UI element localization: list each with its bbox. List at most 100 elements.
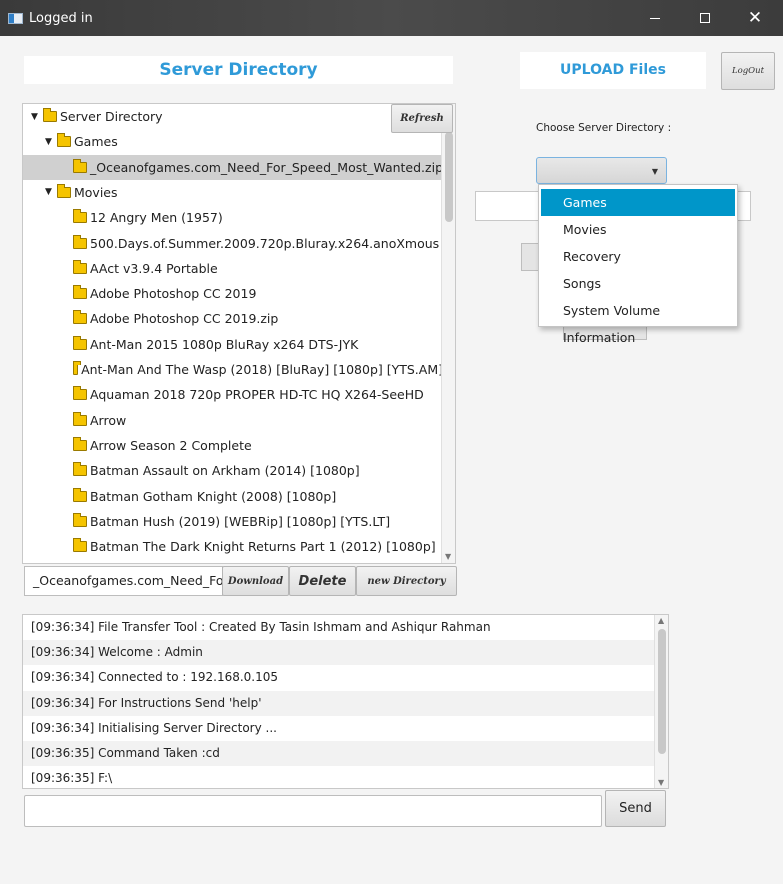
minimize-button[interactable]	[632, 0, 678, 36]
send-button[interactable]: Send	[605, 790, 666, 827]
close-button[interactable]: ✕	[732, 0, 778, 36]
tree-item[interactable]: Batman Hush (2019) [WEBRip] [1080p] [YTS…	[23, 509, 443, 534]
log-line: [09:36:34] For Instructions Send 'help'	[23, 690, 668, 716]
tree-item[interactable]: Batman Assault on Arkham (2014) [1080p]	[23, 458, 443, 483]
tree-item-label: Aquaman 2018 720p PROPER HD-TC HQ X264-S…	[90, 387, 424, 403]
log-line: [09:36:34] Connected to : 192.168.0.105	[31, 670, 279, 685]
log-line: [09:36:34] File Transfer Tool : Created …	[31, 620, 491, 634]
directory-combobox[interactable]: ▼	[536, 157, 667, 184]
folder-icon	[73, 462, 87, 477]
logout-button[interactable]: LogOut	[721, 52, 775, 90]
expand-arrow-icon[interactable]: ▼	[31, 112, 43, 122]
folder-icon	[73, 487, 87, 502]
log-line: [09:36:34] Initialising Server Directory…	[31, 720, 277, 735]
directory-dropdown-list[interactable]: Games Movies Recovery Songs System Volume In…	[538, 184, 738, 345]
tree-item[interactable]: _Oceanofgames.com_Need_For_Speed_Most_Wa…	[23, 154, 443, 180]
title-bar: Logged in ✕	[0, 0, 783, 36]
tree-item-label: Batman Assault on Arkham (2014) [1080p]	[90, 463, 360, 479]
folder-icon	[57, 133, 71, 148]
expand-arrow-icon[interactable]: ▼	[45, 137, 57, 147]
server-directory-tree[interactable]: ▼ Server Directory ▼ Games _Oceanofgames.com…	[22, 103, 456, 564]
tree-item[interactable]: Adobe Photoshop CC 2019.zip	[23, 306, 443, 331]
command-input[interactable]	[24, 795, 602, 827]
scroll-down-icon[interactable]: ▼	[658, 778, 664, 787]
tree-item[interactable]: Arrow	[23, 408, 443, 433]
tree-item[interactable]: ▼ Movies	[23, 180, 443, 205]
dropdown-option[interactable]: Songs	[541, 270, 735, 297]
log-line: [09:36:35] F:\	[31, 771, 113, 786]
tree-item[interactable]: Adobe Photoshop CC 2019	[23, 281, 443, 306]
folder-icon	[73, 512, 87, 527]
folder-icon	[73, 436, 87, 451]
folder-icon	[73, 310, 87, 325]
dropdown-option[interactable]: System Volume Information	[541, 297, 735, 345]
tree-item-label: Batman Gotham Knight (2008) [1080p]	[90, 488, 337, 504]
maximize-icon	[700, 13, 710, 23]
folder-icon	[43, 108, 57, 122]
tree-item[interactable]: Ant-Man And The Wasp (2018) [BluRay] [10…	[23, 357, 443, 382]
selected-file-field[interactable]: _Oceanofgames.com_Need_For_	[24, 566, 223, 596]
choose-directory-label: Choose Server Directory :	[536, 122, 672, 134]
log-line: [09:36:34] Welcome : Admin	[23, 640, 668, 666]
tree-item[interactable]: Batman The Dark Knight Returns Part 1 (2…	[23, 534, 443, 559]
folder-icon	[73, 335, 87, 350]
maximize-button[interactable]	[682, 0, 728, 36]
expand-arrow-icon[interactable]: ▼	[45, 187, 57, 197]
tree-item[interactable]: ▼ Server Directory	[23, 104, 443, 129]
tree-item-label: Batman The Dark Knight Returns Part 1 (2…	[90, 539, 436, 555]
tree-item[interactable]: ▼ Games	[23, 129, 443, 154]
folder-icon	[73, 158, 87, 173]
folder-icon	[73, 209, 87, 224]
refresh-button[interactable]: Refresh	[391, 104, 453, 133]
delete-button[interactable]: Delete	[289, 566, 356, 596]
log-console: [09:36:34] File Transfer Tool : Created …	[22, 614, 669, 789]
window-title: Logged in	[29, 11, 93, 26]
tree-scroll-thumb[interactable]	[445, 132, 453, 222]
log-line: [09:36:35] Command Taken :cd	[23, 740, 668, 767]
tree-item-label: _Oceanofgames.com_Need_For_Speed_Most_Wa…	[89, 159, 443, 175]
tree-item-label: Games	[74, 134, 118, 150]
folder-icon	[73, 234, 87, 249]
tree-item-label: Adobe Photoshop CC 2019	[90, 286, 257, 302]
chevron-down-icon: ▼	[651, 167, 658, 176]
log-scrollbar[interactable]: ▲ ▼	[654, 615, 668, 788]
download-button[interactable]: Download	[222, 566, 289, 596]
folder-icon	[73, 538, 87, 553]
log-scroll-thumb[interactable]	[658, 629, 666, 754]
tree-item-label: Arrow Season 2 Complete	[90, 437, 252, 453]
tree-item[interactable]: Ant-Man 2015 1080p BluRay x264 DTS-JYK	[23, 332, 443, 357]
tree-item[interactable]: 12 Angry Men (1957)	[23, 205, 443, 230]
folder-icon	[73, 361, 82, 375]
scroll-up-icon[interactable]: ▲	[658, 616, 664, 625]
new-directory-button[interactable]: new Directory	[356, 566, 457, 596]
tree-item-label: 500.Days.of.Summer.2009.720p.Bluray.x264…	[90, 235, 440, 251]
tree-item[interactable]: Aquaman 2018 720p PROPER HD-TC HQ X264-S…	[23, 382, 443, 407]
minimize-icon	[650, 17, 660, 19]
tree-scrollbar[interactable]: ▼	[441, 104, 455, 563]
folder-icon	[73, 411, 87, 426]
tree-item-label: Adobe Photoshop CC 2019.zip	[90, 311, 279, 327]
tree-item-label: Ant-Man 2015 1080p BluRay x264 DTS-JYK	[90, 336, 359, 352]
upload-files-title: UPLOAD Files	[520, 52, 706, 89]
folder-icon	[73, 386, 87, 401]
dropdown-option[interactable]: Games	[541, 189, 735, 216]
tree-item-label: Movies	[74, 184, 118, 200]
tree-item[interactable]: AAct v3.9.4 Portable	[23, 256, 443, 281]
app-icon	[8, 13, 23, 24]
tree-item[interactable]: Arrow Season 2 Complete	[23, 433, 443, 458]
close-icon: ✕	[747, 8, 763, 28]
tree-item-label: Batman Hush (2019) [WEBRip] [1080p] [YTS…	[90, 513, 391, 529]
server-directory-title: Server Directory	[24, 56, 453, 84]
tree-item-label: Arrow	[90, 412, 127, 428]
dropdown-option[interactable]: Recovery	[541, 243, 735, 270]
scroll-down-icon[interactable]: ▼	[445, 552, 451, 561]
tree-item[interactable]: Batman Gotham Knight (2008) [1080p]	[23, 484, 443, 509]
tree-item[interactable]: 500.Days.of.Summer.2009.720p.Bluray.x264…	[23, 231, 443, 256]
folder-icon	[73, 259, 87, 274]
tree-item-label: 12 Angry Men (1957)	[90, 210, 223, 226]
tree-item-label: AAct v3.9.4 Portable	[90, 260, 218, 276]
tree-item-label: Ant-Man And The Wasp (2018) [BluRay] [10…	[81, 362, 443, 377]
dropdown-option[interactable]: Movies	[541, 216, 735, 243]
tree-item-label: Server Directory	[60, 109, 163, 124]
folder-icon	[57, 183, 71, 198]
